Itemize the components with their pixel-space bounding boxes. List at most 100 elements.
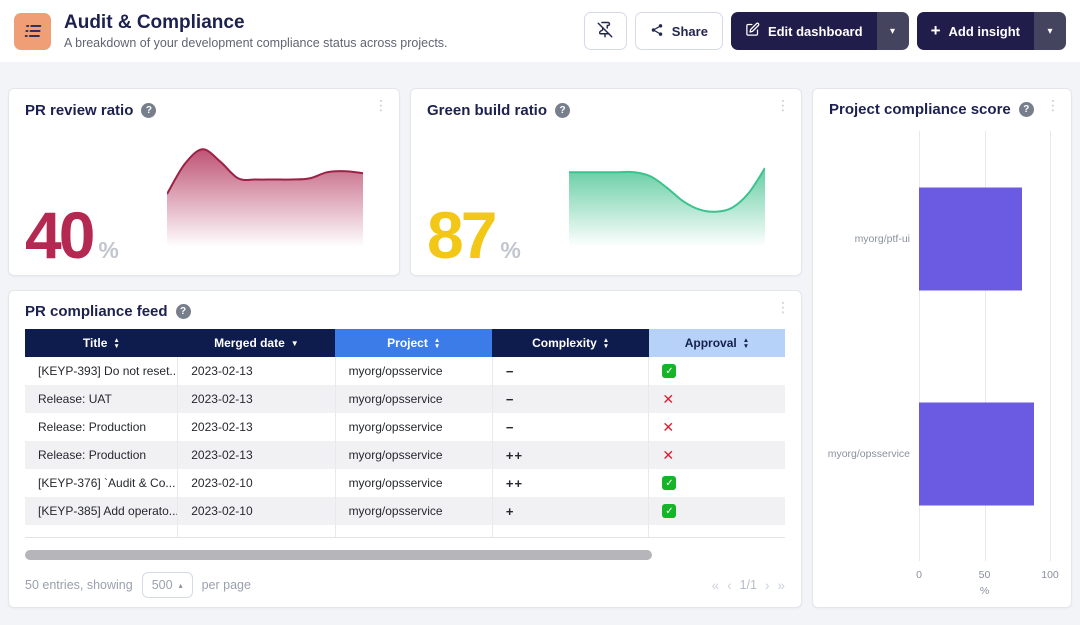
feed-title: PR compliance feed [25,303,168,320]
per-page-label: per page [202,578,251,592]
cell-project: myorg/opsservice [335,357,492,385]
feed-table-viewport: Title▲▼Merged date▼Project▲▼Complexity▲▼… [25,329,785,538]
bar-category-label: myorg/opsservice [828,448,910,460]
cell-complexity: + [492,497,649,525]
pr-review-card: PR review ratio ? ⋮ 40 % [8,88,400,276]
edit-dashboard-button[interactable]: Edit dashboard [731,12,877,50]
edit-icon [745,22,760,40]
next-page-button[interactable]: › [765,578,770,593]
page-header: Audit & Compliance A breakdown of your d… [0,0,1080,62]
dashboard-list-icon [14,13,51,50]
green-build-value: 87 [427,204,494,267]
approval-status-icon: ✓ [662,504,676,518]
cell-complexity: − [492,385,649,413]
sort-both-icon: ▲▼ [743,338,749,349]
share-label: Share [672,24,708,39]
add-insight-button[interactable]: + Add insight [917,12,1034,50]
sort-both-icon: ▲▼ [113,338,119,349]
prev-page-button[interactable]: ‹ [727,578,732,593]
approval-status-icon: ✕ [662,419,674,435]
edit-dashboard-dropdown[interactable]: ▾ [877,12,909,50]
page-size-value: 500 [152,578,173,592]
project-compliance-card: Project compliance score ? ⋮ 050100%myor… [812,88,1072,608]
last-page-button[interactable]: » [777,578,785,593]
bar-myorg-ptf-ui[interactable] [919,187,1022,290]
cell-approval: ✕ [649,441,785,469]
cell-title: [KEYP-376] `Audit & Co... [25,469,178,497]
feed-table-header-row: Title▲▼Merged date▼Project▲▼Complexity▲▼… [25,329,785,357]
dashboard-grid: PR review ratio ? ⋮ 40 % Green build rat… [0,62,1080,625]
page-indicator: 1/1 [740,578,757,592]
cell-merged-date: 2023-02-13 [178,385,335,413]
approval-status-icon: ✓ [662,364,676,378]
green-build-unit: % [500,237,520,264]
horizontal-scrollbar[interactable] [25,550,652,560]
column-header-approval[interactable]: Approval▲▼ [649,329,785,357]
approval-status-icon: ✕ [662,447,674,463]
x-tick-label: 50 [979,569,991,581]
cell-merged-date: 2023-02-10 [178,469,335,497]
bar-myorg-opsservice[interactable] [919,402,1034,505]
compliance-chart: 050100%myorg/ptf-uimyorg/opsservice [829,131,1055,593]
header-actions: Share Edit dashboard ▾ + Add insight [584,12,1066,50]
green-build-card: Green build ratio ? ⋮ 87 % [410,88,802,276]
pr-feed-table: Title▲▼Merged date▼Project▲▼Complexity▲▼… [25,329,785,538]
pr-review-value: 40 [25,204,92,267]
kebab-menu-icon[interactable]: ⋮ [374,98,388,112]
table-row-clipped [25,525,785,538]
chevron-down-icon: ▾ [1047,26,1052,37]
pr-review-stat: 40 % [25,204,119,267]
sort-desc-icon: ▼ [291,340,299,348]
cell-complexity: ++ [492,441,649,469]
cell-approval: ✓ [649,497,785,525]
kebab-menu-icon[interactable]: ⋮ [776,300,790,314]
cell-title: [KEYP-385] Add operato... [25,497,178,525]
table-row[interactable]: [KEYP-376] `Audit & Co... 2023-02-10 myo… [25,469,785,497]
help-icon[interactable]: ? [141,103,156,118]
edit-dashboard-group: Edit dashboard ▾ [731,12,909,50]
cell-project: myorg/opsservice [335,469,492,497]
first-page-button[interactable]: « [712,578,720,593]
kebab-menu-icon[interactable]: ⋮ [1046,98,1060,112]
gridline [1050,131,1051,561]
green-build-sparkline [569,137,765,247]
x-axis-unit-label: % [980,585,989,597]
table-row[interactable]: [KEYP-393] Do not reset... 2023-02-13 my… [25,357,785,385]
pagination: « ‹ 1/1 › » [712,578,785,593]
column-header-project[interactable]: Project▲▼ [335,329,492,357]
cell-project: myorg/opsservice [335,497,492,525]
cell-title: [KEYP-393] Do not reset... [25,357,178,385]
add-insight-group: + Add insight ▾ [917,12,1066,50]
table-row[interactable]: Release: UAT 2023-02-13 myorg/opsservice… [25,385,785,413]
approval-status-icon: ✕ [662,391,674,407]
help-icon[interactable]: ? [555,103,570,118]
page-size-select[interactable]: 500 ▴ [142,572,193,598]
compliance-title: Project compliance score [829,101,1011,118]
cell-project: myorg/opsservice [335,441,492,469]
kebab-menu-icon[interactable]: ⋮ [776,98,790,112]
cell-merged-date: 2023-02-13 [178,441,335,469]
help-icon[interactable]: ? [176,304,191,319]
column-header-title[interactable]: Title▲▼ [25,329,178,357]
pr-compliance-feed-card: PR compliance feed ? ⋮ Title▲▼Merged dat… [8,290,802,608]
plus-icon: + [931,22,941,39]
cell-approval: ✕ [649,413,785,441]
table-row[interactable]: Release: Production 2023-02-13 myorg/ops… [25,441,785,469]
cell-approval: ✕ [649,385,785,413]
cell-project: myorg/opsservice [335,385,492,413]
bar-row: myorg/ptf-ui [919,131,1050,346]
column-header-merged-date[interactable]: Merged date▼ [178,329,335,357]
sort-both-icon: ▲▼ [434,338,440,349]
share-button[interactable]: Share [635,12,723,50]
pr-review-sparkline [167,137,363,247]
table-row[interactable]: [KEYP-385] Add operato... 2023-02-10 myo… [25,497,785,525]
column-header-complexity[interactable]: Complexity▲▼ [492,329,649,357]
add-insight-label: Add insight [949,24,1021,39]
table-row[interactable]: Release: Production 2023-02-13 myorg/ops… [25,413,785,441]
bar-category-label: myorg/ptf-ui [855,233,910,245]
pr-review-title: PR review ratio [25,102,133,119]
help-icon[interactable]: ? [1019,102,1034,117]
add-insight-dropdown[interactable]: ▾ [1034,12,1066,50]
unpin-button[interactable] [584,12,627,50]
entries-count: 50 entries, showing [25,578,133,592]
